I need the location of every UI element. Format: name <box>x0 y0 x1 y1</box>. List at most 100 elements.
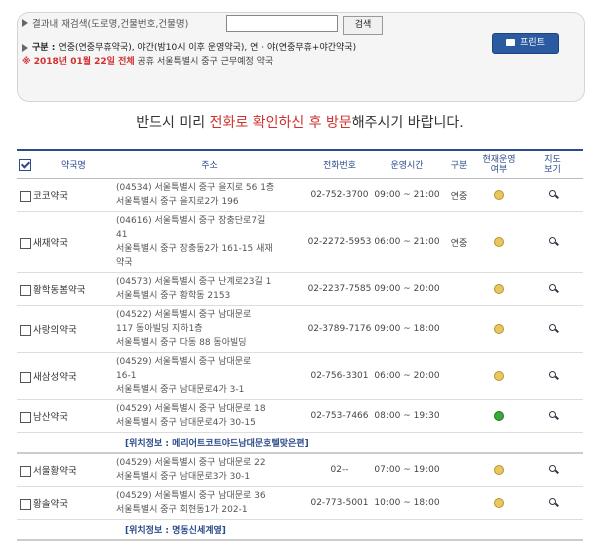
map-cell <box>522 272 583 306</box>
location-info: [위치정보 : 메리어트코트야드남대문호텔맞은편] <box>17 432 583 454</box>
type-cell: 연중 <box>442 178 476 212</box>
location-info-row: [위치정보 : 명동신세계옆] <box>17 519 583 541</box>
col-name-label: 약국명 <box>61 160 86 171</box>
phone-cell: 02-756-3301 <box>307 352 372 400</box>
hours-cell: 09:00 ~ 21:00 <box>372 178 442 212</box>
status-dot-icon <box>494 497 504 508</box>
search-input[interactable] <box>226 15 338 32</box>
map-cell <box>522 211 583 273</box>
row-checkbox[interactable] <box>20 499 31 510</box>
pharmacy-name: 코코약국 <box>33 191 68 202</box>
location-info: [위치정보 : 명동신세계옆] <box>17 519 583 541</box>
address-line: (04534) 서울특별시 중구 을지로 56 1층 <box>116 183 275 193</box>
arrow-right-icon <box>22 19 28 27</box>
notice-pre: 반드시 미리 <box>136 115 210 131</box>
pharmacy-name-cell: 남산약국 <box>17 399 112 433</box>
row-checkbox[interactable] <box>20 191 31 202</box>
col-hours: 운영시간 <box>372 149 442 179</box>
phone-cell: 02-752-3700 <box>307 178 372 212</box>
address-cell: (04522) 서울특별시 중구 남대문로 117 동아빌딩 지하1층 서울특별시 … <box>112 305 307 353</box>
location-info-row: [위치정보 : 메리어트코트야드남대문호텔맞은편] <box>17 432 583 454</box>
pharmacy-name: 남산약국 <box>33 412 68 423</box>
row-checkbox[interactable] <box>20 412 31 423</box>
status-cell <box>476 178 522 212</box>
search-button[interactable]: 검색 <box>343 16 383 35</box>
col-phone: 전화번호 <box>307 149 372 179</box>
magnifier-icon[interactable] <box>548 370 557 379</box>
status-dot-icon <box>494 464 504 475</box>
pharmacy-name-cell: 사랑의약국 <box>17 305 112 353</box>
phone-cell: 02-753-7466 <box>307 399 372 433</box>
address-line: 약국 <box>116 258 133 268</box>
pharmacy-name-cell: 코코약국 <box>17 178 112 212</box>
type-cell <box>442 486 476 520</box>
date-rest: 공휴 서울특별시 중구 근무예정 약국 <box>137 57 274 67</box>
address-line: 서울특별시 중구 남대문로4가 3-1 <box>116 385 245 395</box>
type-cell <box>442 453 476 487</box>
magnifier-icon[interactable] <box>548 189 557 198</box>
address-line: 서울특별시 중구 장충동2가 161-15 새재 <box>116 244 273 254</box>
status-dot-icon <box>494 189 504 200</box>
magnifier-icon[interactable] <box>548 410 557 419</box>
row-checkbox[interactable] <box>20 325 31 336</box>
pharmacy-name: 새삼성약국 <box>33 372 77 383</box>
address-cell: (04616) 서울특별시 중구 장충단로7길 41 서울특별시 중구 장충동2가 … <box>112 211 307 273</box>
status-cell <box>476 211 522 273</box>
notice: 반드시 미리 전화로 확인하신 후 방문해주시기 바랍니다. <box>0 112 600 132</box>
status-dot-icon <box>494 236 504 247</box>
status-dot-icon <box>494 370 504 381</box>
map-cell <box>522 399 583 433</box>
status-dot-icon <box>494 323 504 334</box>
address-line: 16-1 <box>116 371 137 381</box>
arrow-right-icon <box>22 43 28 52</box>
pharmacy-name: 사랑의약국 <box>33 325 77 336</box>
magnifier-icon[interactable] <box>548 283 557 292</box>
row-checkbox[interactable] <box>20 238 31 249</box>
select-all-checkbox[interactable] <box>19 159 31 172</box>
pharmacy-name: 황솔약국 <box>33 499 68 510</box>
pharmacy-name: 새재약국 <box>33 238 68 249</box>
magnifier-icon[interactable] <box>548 464 557 473</box>
address-cell: (04534) 서울특별시 중구 을지로 56 1층서울특별시 중구 을지로2가… <box>112 178 307 212</box>
status-cell <box>476 305 522 353</box>
type-cell <box>442 399 476 433</box>
phone-cell: 02-2272-5953 <box>307 211 372 273</box>
legend-items: 연중(연중무휴약국), 야간(밤10시 이후 운영약국), 연 · 야(연중무휴… <box>58 43 357 53</box>
address-cell: (04529) 서울특별시 중구 남대문로 36 서울특별시 중구 회현동1가 2… <box>112 486 307 520</box>
row-checkbox[interactable] <box>20 466 31 477</box>
address-line: 서울특별시 중구 을지로2가 196 <box>116 197 239 207</box>
magnifier-icon[interactable] <box>548 323 557 332</box>
phone-cell: 02-773-5001 <box>307 486 372 520</box>
map-cell <box>522 305 583 353</box>
magnifier-icon[interactable] <box>548 236 557 245</box>
type-cell: 연중 <box>442 211 476 273</box>
address-line: (04573) 서울특별시 중구 난계로23길 1 <box>116 277 272 287</box>
status-dot-icon <box>494 410 504 421</box>
table-row: 남산약국 (04529) 서울특별시 중구 남대문로 18 서울특별시 중구 남대문… <box>17 399 583 433</box>
type-cell <box>442 352 476 400</box>
address-line: (04529) 서울특별시 중구 남대문로 18 <box>116 404 266 414</box>
hours-cell: 07:00 ~ 19:00 <box>372 453 442 487</box>
address-line: 서울특별시 중구 회현동1가 202-1 <box>116 505 248 515</box>
address-line: (04522) 서울특별시 중구 남대문로 <box>116 310 252 320</box>
status-cell <box>476 272 522 306</box>
pharmacy-name-cell: 황학동봄약국 <box>17 272 112 306</box>
table-row: 황솔약국 (04529) 서울특별시 중구 남대문로 36 서울특별시 중구 회현동… <box>17 486 583 520</box>
row-checkbox[interactable] <box>20 285 31 296</box>
phone-cell: 02-3789-7176 <box>307 305 372 353</box>
status-cell <box>476 453 522 487</box>
date-text: 2018년 01월 22일 전체 <box>33 57 135 67</box>
print-button[interactable]: 프린트 <box>492 33 559 54</box>
map-cell <box>522 453 583 487</box>
status-cell <box>476 399 522 433</box>
address-line: 서울특별시 중구 다동 88 동아빌딩 <box>116 338 247 348</box>
magnifier-icon[interactable] <box>548 497 557 506</box>
address-line: (04529) 서울특별시 중구 남대문로 36 <box>116 491 266 501</box>
table-row: 황학동봄약국 (04573) 서울특별시 중구 난계로23길 1 서울특별시 중구 … <box>17 272 583 306</box>
map-cell <box>522 486 583 520</box>
printer-icon <box>506 39 516 46</box>
pharmacy-name-cell: 새재약국 <box>17 211 112 273</box>
address-line: 서울특별시 중구 황학동 2153 <box>116 291 231 301</box>
row-checkbox[interactable] <box>20 372 31 383</box>
pharmacy-name: 황학동봄약국 <box>33 285 86 296</box>
